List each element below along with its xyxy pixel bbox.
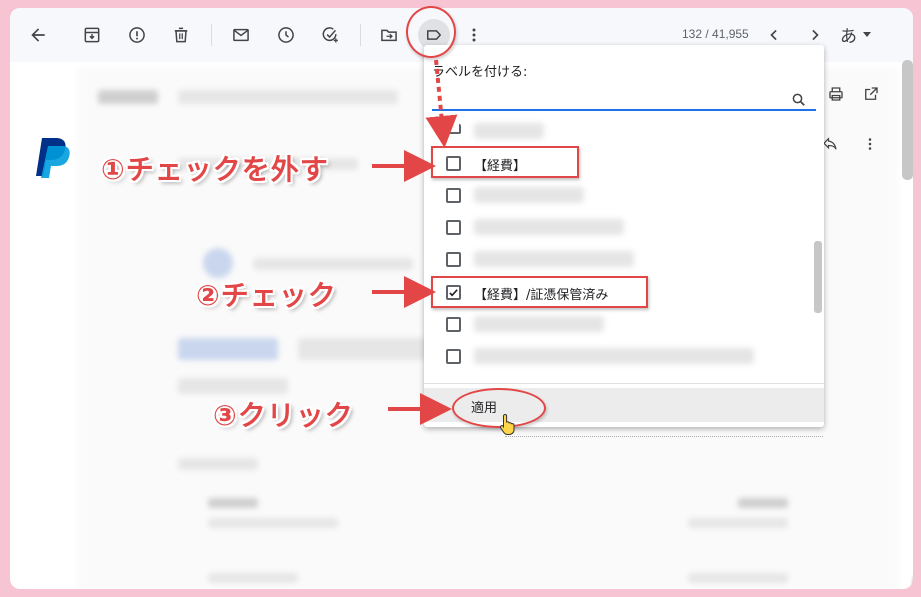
step1-highlight (431, 146, 579, 178)
label-button-highlight (406, 6, 456, 58)
label-list-scrollbar[interactable] (814, 241, 822, 313)
label-checkbox[interactable] (446, 188, 461, 203)
label-search-field[interactable] (432, 89, 816, 111)
report-spam-icon[interactable] (121, 19, 153, 51)
delete-icon[interactable] (165, 19, 197, 51)
page-scrollbar[interactable] (902, 60, 913, 180)
archive-icon[interactable] (76, 19, 108, 51)
label-checkbox[interactable] (446, 317, 461, 332)
label-row[interactable] (424, 179, 814, 211)
print-icon[interactable] (824, 82, 848, 106)
back-arrow-icon[interactable] (22, 19, 54, 51)
add-task-icon[interactable] (314, 19, 346, 51)
label-menu-title: ラベルを付ける: (432, 65, 528, 80)
label-row[interactable] (424, 211, 814, 243)
mark-unread-icon[interactable] (225, 19, 257, 51)
label-as-menu: ラベルを付ける: 【経費】 【経費】/証憑保管済み 適用 (424, 45, 824, 427)
step2-highlight (431, 276, 648, 308)
label-checkbox[interactable] (446, 124, 461, 134)
move-to-icon[interactable] (373, 19, 405, 51)
step1-annotation: ①チェックを外す (101, 153, 329, 186)
input-tools-label: あ (840, 27, 857, 47)
input-tools-button[interactable]: あ (840, 22, 871, 47)
label-name-hidden (474, 123, 544, 139)
more-vert-icon[interactable] (858, 132, 882, 156)
step3-annotation: ③クリック (213, 399, 354, 432)
label-name-hidden (474, 251, 634, 267)
label-search-input[interactable] (432, 92, 782, 107)
label-name-hidden (474, 219, 624, 235)
search-icon (792, 93, 805, 106)
label-checkbox[interactable] (446, 252, 461, 267)
label-checkbox[interactable] (446, 349, 461, 364)
open-in-new-icon[interactable] (859, 82, 883, 106)
label-name-hidden (474, 348, 754, 364)
label-row[interactable] (424, 340, 814, 372)
pagination-count: 132 / 41,955 (682, 27, 749, 41)
label-row[interactable] (424, 115, 814, 147)
chevron-down-icon (863, 32, 871, 37)
step2-annotation: ②チェック (196, 279, 337, 312)
label-name-hidden (474, 187, 584, 203)
label-row[interactable] (424, 243, 814, 275)
label-checkbox[interactable] (446, 220, 461, 235)
label-row[interactable] (424, 308, 814, 340)
paypal-logo (34, 136, 74, 184)
snooze-icon[interactable] (270, 19, 302, 51)
label-name-hidden (474, 316, 604, 332)
pointer-hand-icon (499, 413, 517, 440)
